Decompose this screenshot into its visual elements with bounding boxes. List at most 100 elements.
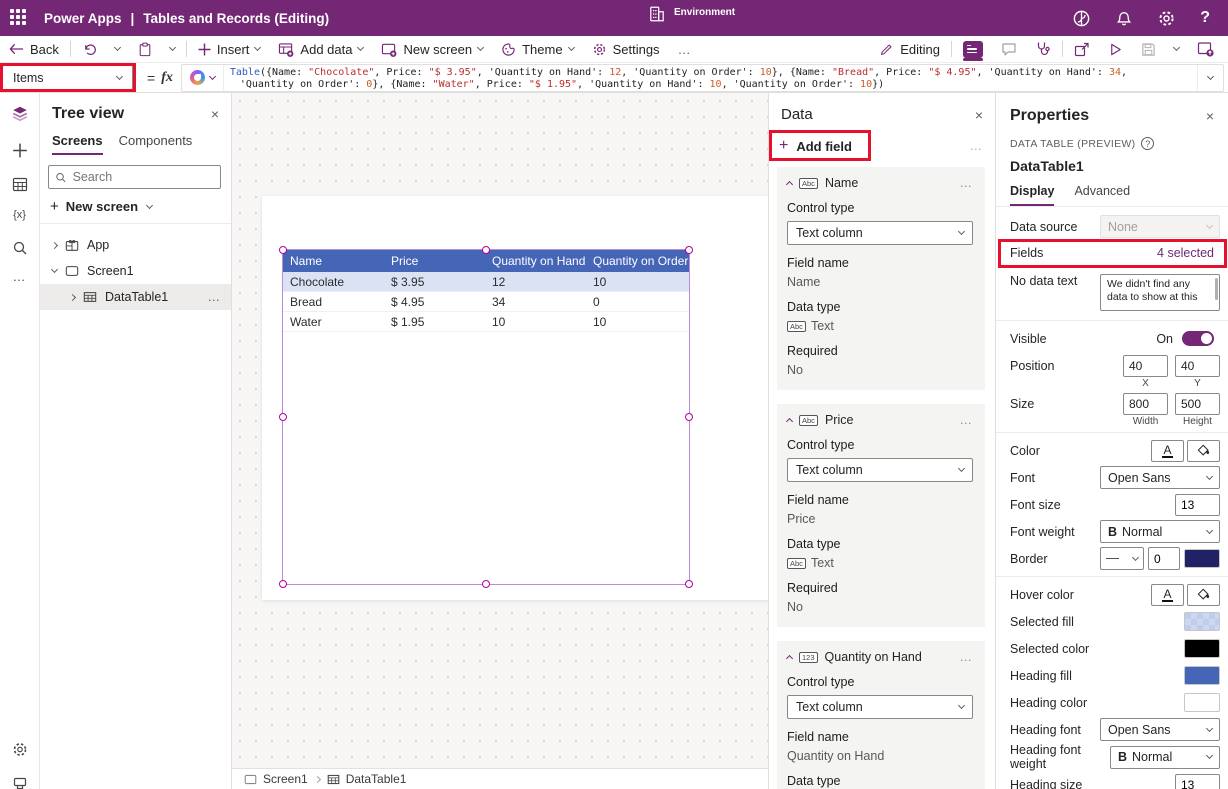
settings-menu[interactable]: Settings	[583, 36, 669, 62]
waffle-menu-icon[interactable]	[10, 9, 28, 27]
column-header[interactable]: Quantity on Order	[586, 250, 689, 272]
tab-screens[interactable]: Screens	[52, 133, 103, 155]
close-icon[interactable]: ×	[1206, 108, 1214, 124]
tab-components[interactable]: Components	[119, 133, 193, 155]
tree-search-box[interactable]	[48, 165, 221, 189]
hover-font-color-button[interactable]: A	[1151, 584, 1184, 606]
help-icon[interactable]: ?	[1200, 9, 1210, 27]
control-type-dropdown[interactable]: Text column	[787, 221, 973, 245]
back-button[interactable]: Back	[0, 36, 68, 62]
position-x-input[interactable]	[1123, 355, 1168, 377]
field-card-header[interactable]: 123 Quantity on Hand …	[787, 650, 973, 664]
position-y-input[interactable]	[1175, 355, 1220, 377]
selected-fill-swatch[interactable]	[1184, 612, 1220, 631]
environment-picker[interactable]: Environment	[648, 5, 735, 23]
design-canvas[interactable]: Name Price Quantity on Hand Quantity on …	[232, 93, 768, 789]
settings-gear-icon[interactable]	[1157, 9, 1176, 28]
heading-size-input[interactable]	[1175, 774, 1220, 789]
heading-fill-swatch[interactable]	[1184, 666, 1220, 685]
formula-input-area[interactable]: Table({Name: "Chocolate", Price: "$ 3.95…	[181, 64, 1224, 92]
tree-view-rail-icon[interactable]	[11, 105, 29, 128]
fields-selected-link[interactable]: 4 selected	[1157, 246, 1220, 260]
heading-font-weight-dropdown[interactable]: BNormal	[1110, 746, 1220, 769]
undo-dropdown[interactable]	[106, 36, 129, 62]
scrollbar[interactable]	[1215, 278, 1218, 300]
visible-toggle[interactable]	[1182, 331, 1214, 346]
data-rail-icon[interactable]	[12, 177, 28, 197]
field-card-header[interactable]: Abc Price …	[787, 413, 973, 427]
column-header[interactable]: Quantity on Hand	[485, 250, 586, 272]
data-table-control[interactable]: Name Price Quantity on Hand Quantity on …	[283, 250, 689, 332]
size-width-input[interactable]	[1123, 393, 1168, 415]
border-color-swatch[interactable]	[1184, 549, 1220, 568]
control-type-dropdown[interactable]: Text column	[787, 458, 973, 482]
theme-menu[interactable]: Theme	[492, 36, 582, 62]
font-color-button[interactable]: A	[1151, 440, 1184, 462]
size-height-input[interactable]	[1175, 393, 1220, 415]
save-button[interactable]	[1132, 36, 1165, 62]
help-icon[interactable]: ?	[1141, 137, 1154, 150]
save-dropdown[interactable]	[1165, 36, 1188, 62]
breadcrumb-datatable1[interactable]: DataTable1	[327, 772, 407, 786]
more-icon[interactable]: …	[960, 650, 974, 664]
new-screen-menu[interactable]: New screen	[372, 36, 492, 62]
virtual-agent-rail-icon[interactable]	[12, 777, 28, 789]
share-button[interactable]	[1065, 36, 1099, 62]
tab-advanced[interactable]: Advanced	[1074, 184, 1130, 206]
more-commands-button[interactable]: …	[669, 36, 700, 62]
more-icon[interactable]: …	[208, 290, 232, 304]
advanced-settings-rail-icon[interactable]	[11, 741, 28, 763]
fill-color-button[interactable]	[1187, 440, 1220, 462]
hover-fill-color-button[interactable]	[1187, 584, 1220, 606]
app-checker-button[interactable]	[1026, 36, 1060, 62]
variables-rail-icon[interactable]: {x}	[13, 209, 26, 221]
formula-text[interactable]: Table({Name: "Chocolate", Price: "$ 3.95…	[224, 65, 1197, 91]
search-input[interactable]	[73, 170, 214, 184]
undo-button[interactable]	[73, 36, 106, 62]
font-dropdown[interactable]: Open Sans	[1100, 466, 1220, 489]
border-width-input[interactable]	[1148, 547, 1180, 570]
column-header[interactable]: Name	[283, 250, 384, 272]
paste-dropdown[interactable]	[161, 36, 184, 62]
comments-button[interactable]	[992, 36, 1026, 62]
tree-item-datatable1[interactable]: DataTable1 …	[40, 284, 231, 310]
table-row[interactable]: Chocolate $ 3.95 12 10	[283, 272, 689, 292]
control-type-dropdown[interactable]: Text column	[787, 695, 973, 719]
insert-menu[interactable]: Insert	[189, 36, 270, 62]
add-data-menu[interactable]: Add data	[269, 36, 372, 62]
more-rail-icon[interactable]: …	[13, 269, 27, 284]
close-icon[interactable]: ×	[211, 106, 219, 122]
column-header[interactable]: Price	[384, 250, 485, 272]
field-card-header[interactable]: Abc Name …	[787, 176, 973, 190]
formula-expand-button[interactable]	[1197, 65, 1223, 91]
breadcrumb-screen1[interactable]: Screen1	[244, 772, 308, 786]
insert-rail-icon[interactable]	[12, 143, 27, 163]
more-icon[interactable]: …	[970, 139, 984, 153]
editing-mode-button[interactable]: Editing	[871, 36, 949, 62]
more-icon[interactable]: …	[960, 413, 974, 427]
properties-pane-toggle[interactable]	[954, 36, 992, 62]
tree-item-app[interactable]: App	[40, 232, 231, 258]
preview-play-button[interactable]	[1099, 36, 1132, 62]
more-icon[interactable]: …	[960, 176, 974, 190]
property-selector[interactable]: Items	[2, 65, 133, 91]
search-rail-icon[interactable]	[12, 240, 28, 261]
close-icon[interactable]: ×	[975, 107, 983, 123]
tree-item-screen1[interactable]: Screen1	[40, 258, 231, 284]
copilot-icon[interactable]	[1072, 9, 1091, 28]
publish-button[interactable]	[1188, 36, 1228, 62]
add-field-button[interactable]: Add field	[796, 139, 852, 154]
font-size-input[interactable]	[1175, 494, 1220, 516]
no-data-text-input[interactable]: We didn't find any data to show at this	[1100, 274, 1220, 311]
notifications-bell-icon[interactable]	[1115, 9, 1133, 27]
heading-font-dropdown[interactable]: Open Sans	[1100, 718, 1220, 741]
border-style-dropdown[interactable]	[1100, 547, 1144, 570]
selected-color-swatch[interactable]	[1184, 639, 1220, 658]
paste-button[interactable]	[129, 36, 161, 62]
heading-color-swatch[interactable]	[1184, 693, 1220, 712]
new-screen-button[interactable]: + New screen	[40, 189, 231, 224]
table-row[interactable]: Water $ 1.95 10 10	[283, 312, 689, 332]
data-source-dropdown[interactable]: None	[1100, 215, 1220, 238]
tab-display[interactable]: Display	[1010, 184, 1054, 206]
table-row[interactable]: Bread $ 4.95 34 0	[283, 292, 689, 312]
